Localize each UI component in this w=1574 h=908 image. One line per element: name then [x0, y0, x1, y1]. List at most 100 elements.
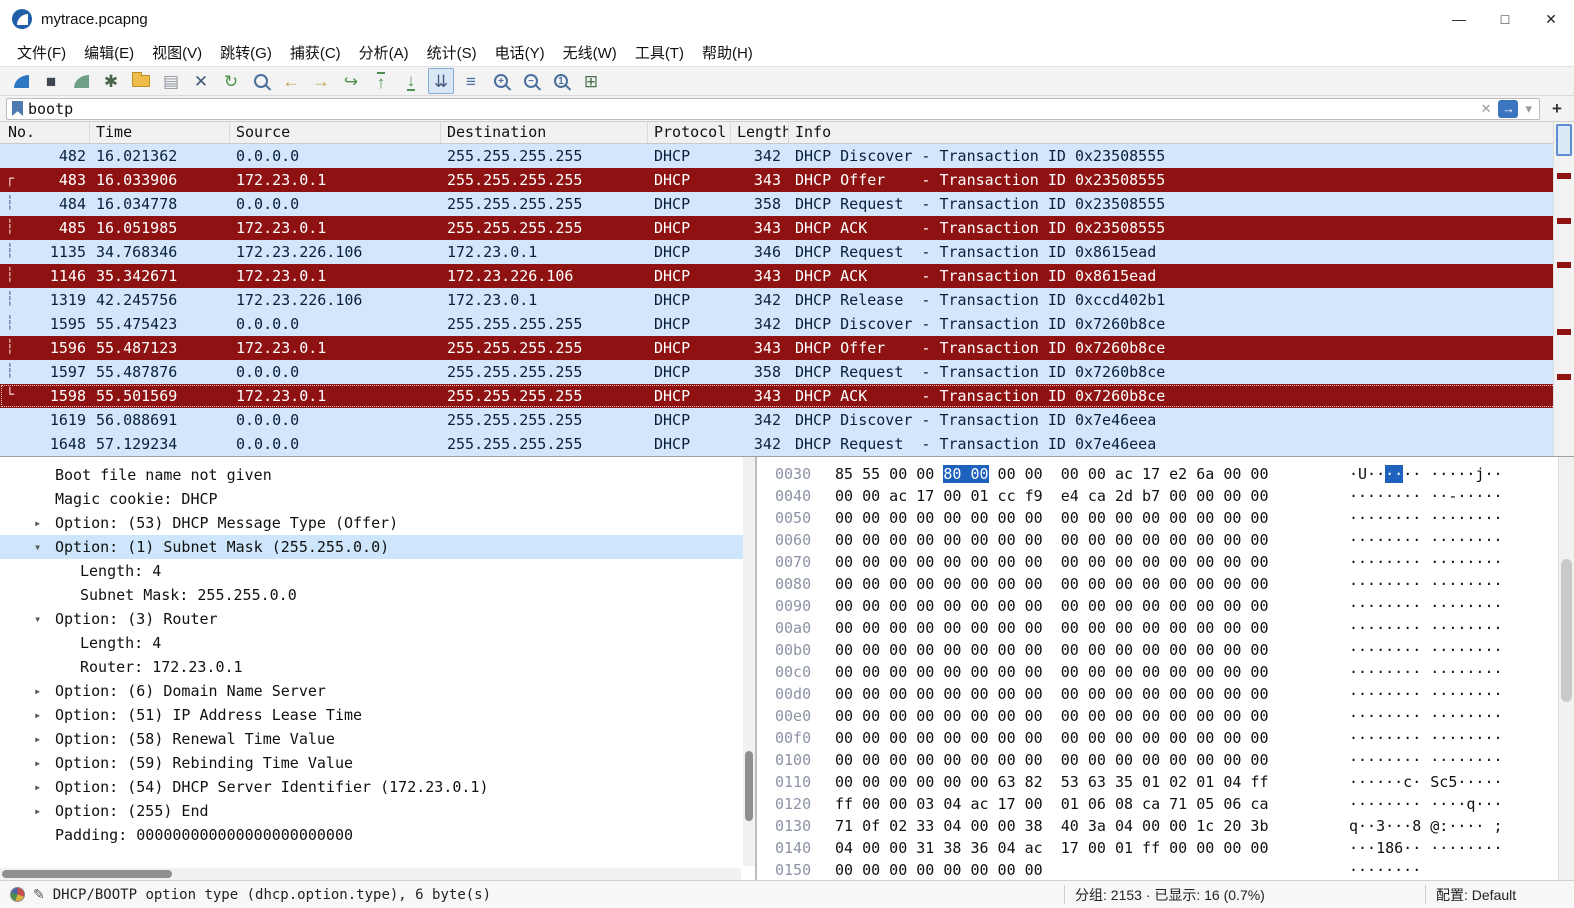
menu-item-6[interactable]: 统计(S): [418, 39, 486, 66]
expander-icon[interactable]: ▸: [34, 732, 55, 746]
hex-row[interactable]: 0060 00 00 00 00 00 00 00 00 00 00 00 00 …: [757, 529, 1574, 551]
detail-row[interactable]: ▸ Option: (58) Renewal Time Value: [0, 727, 755, 751]
expander-icon[interactable]: ▸: [34, 756, 55, 770]
capture-options-icon[interactable]: ✱: [98, 68, 124, 94]
menu-item-9[interactable]: 工具(T): [626, 39, 693, 66]
hex-row[interactable]: 00d0 00 00 00 00 00 00 00 00 00 00 00 00 …: [757, 683, 1574, 705]
menu-item-3[interactable]: 跳转(G): [211, 39, 281, 66]
detail-row[interactable]: ▸ Option: (51) IP Address Lease Time: [0, 703, 755, 727]
detail-row[interactable]: ▸ Option: (54) DHCP Server Identifier (17…: [0, 775, 755, 799]
capture-restart-icon[interactable]: [68, 68, 94, 94]
display-filter-input[interactable]: [28, 99, 1474, 118]
go-to-packet-icon[interactable]: ↪: [338, 68, 364, 94]
hex-row[interactable]: 00c0 00 00 00 00 00 00 00 00 00 00 00 00 …: [757, 661, 1574, 683]
hex-row[interactable]: 0090 00 00 00 00 00 00 00 00 00 00 00 00 …: [757, 595, 1574, 617]
hex-row[interactable]: 0030 85 55 00 00 80 00 00 00 00 00 ac 17 …: [757, 463, 1574, 485]
detail-row[interactable]: Padding: 000000000000000000000000: [0, 823, 755, 847]
scrollbar-thumb[interactable]: [1556, 124, 1572, 156]
packet-row[interactable]: ┆ 484 16.034778 0.0.0.0 255.255.255.255 DHCP 3…: [0, 192, 1574, 216]
menu-item-0[interactable]: 文件(F): [8, 39, 75, 66]
apply-filter-icon[interactable]: →: [1498, 99, 1519, 118]
zoom-out-icon[interactable]: −: [518, 68, 544, 94]
expander-icon[interactable]: ▸: [34, 804, 55, 818]
column-header-protocol[interactable]: Protocol: [648, 122, 731, 143]
hex-row[interactable]: 0080 00 00 00 00 00 00 00 00 00 00 00 00 …: [757, 573, 1574, 595]
profile-text[interactable]: 配置: Default: [1436, 885, 1564, 905]
capture-comment-icon[interactable]: ✎: [33, 886, 45, 903]
detail-row[interactable]: Subnet Mask: 255.255.0.0: [0, 583, 755, 607]
column-header-length[interactable]: Length: [731, 122, 789, 143]
packet-list-scrollbar[interactable]: [1553, 122, 1574, 456]
detail-row[interactable]: ▸ Option: (6) Domain Name Server: [0, 679, 755, 703]
packet-row[interactable]: └ 1598 55.501569 172.23.0.1 255.255.255.255 D…: [0, 384, 1574, 408]
save-file-icon[interactable]: ▤: [158, 68, 184, 94]
detail-row[interactable]: Router: 172.23.0.1: [0, 655, 755, 679]
add-filter-button[interactable]: +: [1546, 98, 1568, 120]
open-file-icon[interactable]: [128, 68, 154, 94]
expander-icon[interactable]: ▸: [34, 684, 55, 698]
detail-row[interactable]: ▸ Option: (53) DHCP Message Type (Offer): [0, 511, 755, 535]
hex-row[interactable]: 0110 00 00 00 00 00 00 63 82 53 63 35 01 …: [757, 771, 1574, 793]
hex-row[interactable]: 0070 00 00 00 00 00 00 00 00 00 00 00 00 …: [757, 551, 1574, 573]
packet-row[interactable]: 1619 56.088691 0.0.0.0 255.255.255.255 DHCP 3…: [0, 408, 1574, 432]
column-header-info[interactable]: Info: [789, 122, 1574, 143]
hex-row[interactable]: 0050 00 00 00 00 00 00 00 00 00 00 00 00 …: [757, 507, 1574, 529]
menu-item-4[interactable]: 捕获(C): [281, 39, 350, 66]
hex-row[interactable]: 0140 04 00 00 31 38 36 04 ac 17 00 01 ff …: [757, 837, 1574, 859]
hex-row[interactable]: 0040 00 00 ac 17 00 01 cc f9 e4 ca 2d b7 …: [757, 485, 1574, 507]
packet-row[interactable]: ┆ 1146 35.342671 172.23.0.1 172.23.226.106 DH…: [0, 264, 1574, 288]
hex-row[interactable]: 00a0 00 00 00 00 00 00 00 00 00 00 00 00 …: [757, 617, 1574, 639]
expander-icon[interactable]: ▾: [34, 540, 55, 554]
packet-row[interactable]: 1648 57.129234 0.0.0.0 255.255.255.255 DHCP 3…: [0, 432, 1574, 456]
zoom-original-icon[interactable]: 1: [548, 68, 574, 94]
filter-bookmark-icon[interactable]: [12, 101, 23, 116]
go-first-packet-icon[interactable]: ↑: [368, 68, 394, 94]
details-hscroll-thumb[interactable]: [2, 870, 172, 878]
resize-columns-icon[interactable]: ⊞: [578, 68, 604, 94]
filter-dropdown-icon[interactable]: ▾: [1523, 101, 1534, 117]
colorize-icon[interactable]: ≡: [458, 68, 484, 94]
packet-row[interactable]: ┆ 1596 55.487123 172.23.0.1 255.255.255.255 D…: [0, 336, 1574, 360]
hex-row[interactable]: 0120 ff 00 00 03 04 ac 17 00 01 06 08 ca …: [757, 793, 1574, 815]
menu-item-5[interactable]: 分析(A): [350, 39, 418, 66]
column-header-time[interactable]: Time: [90, 122, 230, 143]
close-button[interactable]: ✕: [1528, 0, 1574, 38]
hex-row[interactable]: 00e0 00 00 00 00 00 00 00 00 00 00 00 00 …: [757, 705, 1574, 727]
capture-start-icon[interactable]: [8, 68, 34, 94]
hex-vertical-scrollbar[interactable]: [1558, 457, 1574, 880]
detail-row[interactable]: Length: 4: [0, 631, 755, 655]
close-file-icon[interactable]: ✕: [188, 68, 214, 94]
column-header-no[interactable]: No.: [0, 122, 90, 143]
menu-item-10[interactable]: 帮助(H): [693, 39, 762, 66]
hex-vscroll-thumb[interactable]: [1561, 558, 1572, 703]
hex-row[interactable]: 0100 00 00 00 00 00 00 00 00 00 00 00 00 …: [757, 749, 1574, 771]
capture-stop-icon[interactable]: ■: [38, 68, 64, 94]
expander-icon[interactable]: ▸: [34, 780, 55, 794]
detail-row[interactable]: ▾ Option: (1) Subnet Mask (255.255.0.0): [0, 535, 755, 559]
expert-info-icon[interactable]: [10, 887, 25, 902]
find-packet-icon[interactable]: [248, 68, 274, 94]
menu-item-7[interactable]: 电话(Y): [486, 39, 554, 66]
minimize-button[interactable]: —: [1436, 0, 1482, 38]
detail-row[interactable]: Magic cookie: DHCP: [0, 487, 755, 511]
packet-row[interactable]: ┆ 485 16.051985 172.23.0.1 255.255.255.255 DH…: [0, 216, 1574, 240]
go-forward-icon[interactable]: →: [308, 68, 334, 94]
details-horizontal-scrollbar[interactable]: [0, 868, 741, 880]
hex-row[interactable]: 0150 00 00 00 00 00 00 00 00 ········: [757, 859, 1574, 880]
detail-row[interactable]: Length: 4: [0, 559, 755, 583]
go-back-icon[interactable]: ←: [278, 68, 304, 94]
packet-row[interactable]: ┌ 483 16.033906 172.23.0.1 255.255.255.255 DH…: [0, 168, 1574, 192]
menu-item-2[interactable]: 视图(V): [143, 39, 211, 66]
packet-row[interactable]: ┆ 1135 34.768346 172.23.226.106 172.23.0.1 DH…: [0, 240, 1574, 264]
go-last-packet-icon[interactable]: ↓: [398, 68, 424, 94]
packet-row[interactable]: 482 16.021362 0.0.0.0 255.255.255.255 DHCP 34…: [0, 144, 1574, 168]
column-header-destination[interactable]: Destination: [441, 122, 648, 143]
detail-row[interactable]: ▸ Option: (255) End: [0, 799, 755, 823]
reload-icon[interactable]: ↻: [218, 68, 244, 94]
menu-item-8[interactable]: 无线(W): [554, 39, 626, 66]
details-vertical-scrollbar[interactable]: [743, 457, 755, 866]
menu-item-1[interactable]: 编辑(E): [75, 39, 143, 66]
expander-icon[interactable]: ▸: [34, 708, 55, 722]
column-header-source[interactable]: Source: [230, 122, 441, 143]
auto-scroll-icon[interactable]: ⇊: [428, 68, 454, 94]
